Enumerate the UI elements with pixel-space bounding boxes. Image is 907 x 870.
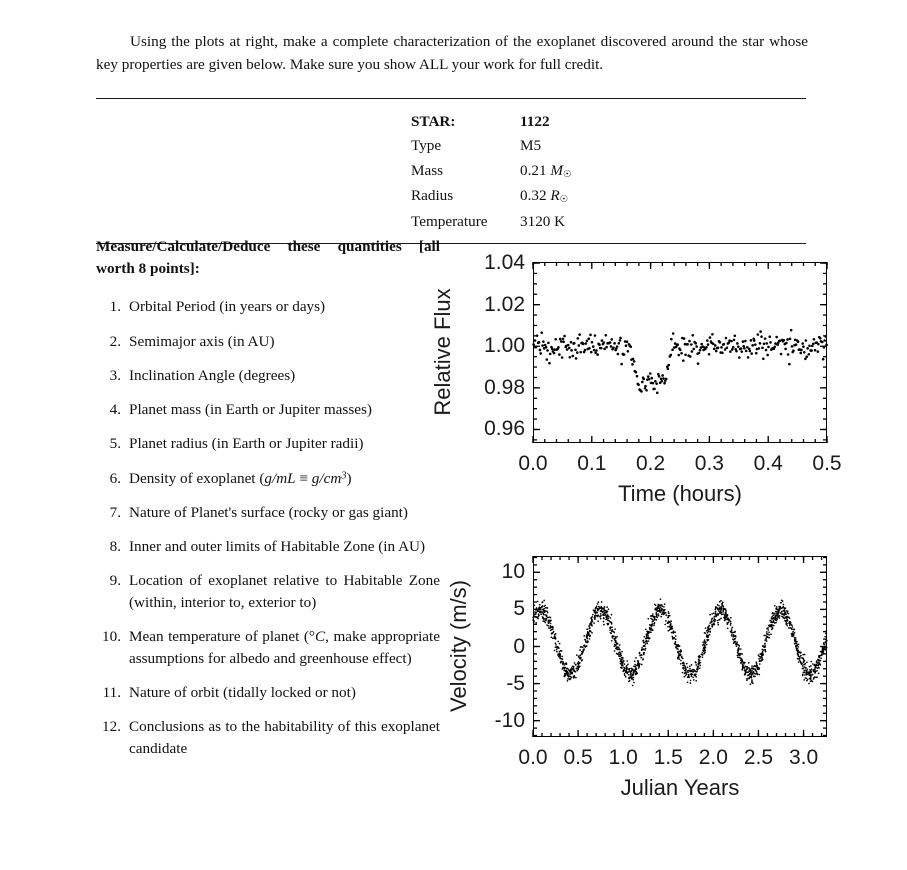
- y-tick-label: 1.02: [484, 292, 525, 316]
- task-item: 9. Location of exoplanet relative to Habi…: [96, 570, 440, 613]
- task-number: 2.: [109, 332, 121, 350]
- star-radius-unit-symbol: R: [550, 187, 560, 205]
- task-item: 3. Inclination Angle (degrees): [96, 365, 440, 387]
- x-tick-label: 0.4: [753, 452, 783, 475]
- table-row: STAR: 1122: [96, 109, 571, 134]
- task-item: 7. Nature of Planet's surface (rocky or g…: [96, 502, 440, 524]
- star-temperature-value: 3120 K: [520, 212, 566, 230]
- radial-velocity-plot: Velocity (m/s) Julian Years 0.0 0.5 1.0 1.5…: [440, 544, 840, 804]
- task-number: 10.: [102, 628, 121, 646]
- task-item: 5. Planet radius (in Earth or Jupiter rad…: [96, 433, 440, 455]
- x-tick-label: 3.0: [788, 746, 819, 769]
- star-properties-grid: STAR: 1122 Type M5 Mass 0.21 M☉ Radius 0…: [96, 99, 571, 243]
- task-text: Nature of orbit (tidally locked or not): [129, 684, 356, 702]
- x-tick-label: 2.5: [743, 746, 774, 769]
- sun-symbol-icon: ☉: [563, 169, 572, 180]
- star-id-label: STAR:: [411, 112, 456, 130]
- table-row: Temperature 3120 K: [96, 209, 571, 234]
- task-text: Mean temperature of planet (°C, make app…: [129, 628, 440, 667]
- task-item: 2. Semimajor axis (in AU): [96, 331, 440, 353]
- task-number: 4.: [109, 401, 121, 419]
- task-text: Orbital Period (in years or days): [129, 298, 326, 316]
- x-tick-label: 0.0: [518, 746, 548, 769]
- task-text: Location of exoplanet relative to Habita…: [129, 572, 440, 611]
- intro-text: Using the plots at right, make a complet…: [96, 33, 808, 74]
- y-tick-label: -10: [494, 708, 525, 732]
- task-number: 12.: [102, 718, 121, 736]
- x-tick-label: 0.0: [518, 452, 548, 475]
- task-item: 4. Planet mass (in Earth or Jupiter masse…: [96, 399, 440, 421]
- star-mass-label: Mass: [411, 161, 444, 179]
- tasks-column: Measure/Calculate/Deduce these quantitie…: [96, 236, 440, 772]
- task-number: 6.: [109, 469, 121, 487]
- task-number: 3.: [109, 366, 121, 384]
- task-item: 12. Conclusions as to the habitability of…: [96, 716, 440, 759]
- task-text: Planet radius (in Earth or Jupiter radii…: [129, 435, 364, 453]
- x-tick-label: 0.5: [563, 746, 593, 769]
- task-text: Conclusions as to the habitability of th…: [129, 718, 440, 758]
- intro-paragraph: Using the plots at right, make a complet…: [96, 30, 808, 76]
- sun-symbol-icon: ☉: [559, 195, 569, 206]
- y-tick-label: 10: [501, 560, 525, 584]
- transit-light-curve-plot: Relative Flux Time (hours) 0.0 0.1 0.2 0.3 0…: [430, 250, 842, 506]
- tasks-list: 1. Orbital Period (in years or days) 2. Sem…: [96, 296, 440, 760]
- task-item: 8. Inner and outer limits of Habitable Zo…: [96, 536, 440, 558]
- table-spacer-row: [96, 99, 571, 109]
- x-tick-label: 0.3: [694, 452, 724, 475]
- task-text: Inclination Angle (degrees): [129, 366, 296, 384]
- task-item: 1. Orbital Period (in years or days): [96, 296, 440, 318]
- star-mass-value: 0.21 M☉: [520, 158, 571, 183]
- star-type-label: Type: [411, 137, 442, 155]
- table-row: Mass 0.21 M☉: [96, 158, 571, 183]
- y-tick-label: 1.00: [484, 334, 525, 358]
- task-text: Nature of Planet's surface (rocky or gas…: [129, 503, 408, 521]
- task-item: 6. Density of exoplanet (g/mL ≡ g/cm3): [96, 468, 440, 490]
- task-number: 9.: [109, 572, 121, 590]
- star-type-value: M5: [520, 137, 542, 155]
- x-tick-label: 0.5: [812, 452, 842, 475]
- table-row: Radius 0.32 R☉: [96, 184, 571, 209]
- task-number: 5.: [109, 435, 121, 453]
- task-item: 10. Mean temperature of planet (°C, make …: [96, 626, 440, 669]
- table-row: Type M5: [96, 134, 571, 159]
- task-number: 1.: [109, 298, 121, 316]
- star-properties-table: STAR: 1122 Type M5 Mass 0.21 M☉ Radius 0…: [96, 98, 806, 244]
- y-tick-label: 0.96: [484, 417, 525, 441]
- star-radius-number: 0.32: [520, 187, 547, 205]
- x-tick-label: 1.0: [608, 746, 638, 769]
- task-text: Inner and outer limits of Habitable Zone…: [129, 538, 426, 556]
- y-tick-label: -5: [506, 671, 525, 695]
- x-tick-label: 1.5: [653, 746, 683, 769]
- task-text: Semimajor axis (in AU): [129, 332, 275, 350]
- y-tick-label: 0: [513, 634, 525, 658]
- star-mass-unit-symbol: M: [550, 161, 564, 179]
- star-temperature-label: Temperature: [411, 212, 488, 230]
- task-number: 8.: [109, 538, 121, 556]
- y-tick-label: 5: [513, 597, 525, 621]
- star-id-value: 1122: [520, 112, 550, 130]
- task-text: Density of exoplanet (g/mL ≡ g/cm3): [129, 469, 352, 487]
- x-tick-label: 2.0: [698, 746, 728, 769]
- tasks-heading: Measure/Calculate/Deduce these quantitie…: [96, 238, 440, 278]
- star-radius-label: Radius: [411, 187, 454, 205]
- y-tick-label: 0.98: [484, 375, 525, 399]
- star-mass-number: 0.21: [520, 161, 547, 179]
- x-tick-label: 0.1: [577, 452, 607, 475]
- task-text: Planet mass (in Earth or Jupiter masses): [129, 401, 372, 419]
- star-radius-value: 0.32 R☉: [520, 184, 571, 209]
- y-tick-label: 1.04: [484, 251, 525, 275]
- x-tick-label: 0.2: [635, 452, 666, 475]
- task-item: 11. Nature of orbit (tidally locked or no…: [96, 682, 440, 704]
- task-number: 11.: [102, 684, 121, 702]
- task-number: 7.: [109, 503, 121, 521]
